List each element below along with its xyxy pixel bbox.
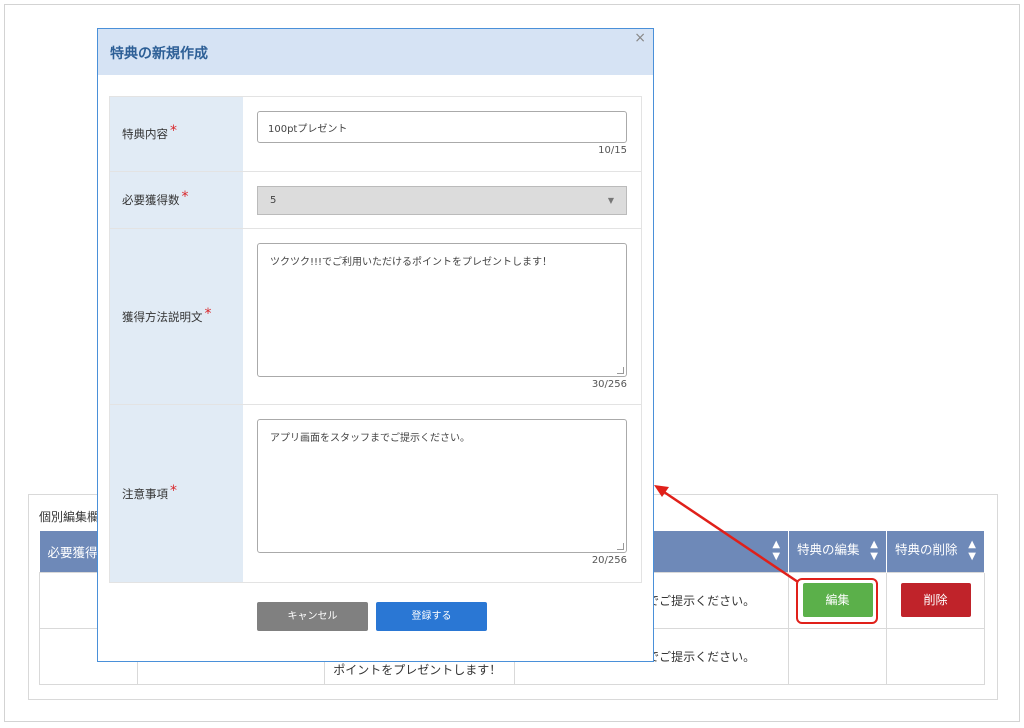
field-required: 5 ▼ (243, 172, 641, 228)
label-notes: 注意事項 * (110, 405, 243, 582)
section-title: 個別編集欄 (39, 510, 100, 524)
delete-button[interactable]: 削除 (900, 583, 971, 617)
edit-button-highlight (796, 578, 878, 624)
modal-header: 特典の新規作成 × (98, 29, 653, 75)
sort-icon[interactable]: ▲ ▼ (968, 539, 976, 563)
sort-icon[interactable]: ▲ ▼ (772, 539, 780, 563)
resize-handle-icon[interactable] (617, 367, 624, 374)
sort-icon[interactable]: ▲ ▼ (870, 539, 878, 563)
cancel-button[interactable]: キャンセル (257, 602, 368, 631)
required-mark: * (170, 482, 177, 499)
chevron-down-icon: ▼ (607, 196, 614, 205)
field-method: ツクツク!!!でご利用いただけるポイントをプレゼントします！ 30/256 (243, 229, 641, 404)
submit-button[interactable]: 登録する (376, 602, 487, 631)
close-icon[interactable]: × (634, 30, 646, 46)
row-notes: 注意事項 * アプリ画面をスタッフまでご提示ください。 20/256 (110, 405, 641, 582)
required-count-select[interactable]: 5 ▼ (257, 186, 627, 215)
col-edit[interactable]: 特典の編集 ▲ ▼ (788, 531, 887, 572)
field-content: 100ptプレゼント 10/15 (243, 97, 641, 171)
resize-handle-icon[interactable] (617, 543, 624, 550)
create-benefit-modal: 特典の新規作成 × 特典内容 * 100ptプレゼント 10/15 必要獲得数 * … (97, 28, 654, 662)
notes-textarea[interactable]: アプリ画面をスタッフまでご提示ください。 (257, 419, 627, 553)
modal-title: 特典の新規作成 (110, 46, 208, 62)
row-method: 獲得方法説明文 * ツクツク!!!でご利用いただけるポイントをプレゼントします！ … (110, 229, 641, 405)
label-method: 獲得方法説明文 * (110, 229, 243, 404)
col-delete[interactable]: 特典の削除 ▲ ▼ (886, 531, 985, 572)
required-mark: * (170, 123, 177, 139)
field-notes: アプリ画面をスタッフまでご提示ください。 20/256 (243, 405, 641, 582)
required-mark: * (204, 305, 212, 322)
required-mark: * (181, 189, 189, 205)
row-required: 必要獲得数 * 5 ▼ (110, 172, 641, 229)
content-input[interactable]: 100ptプレゼント (257, 111, 627, 143)
label-content: 特典内容 * (110, 97, 243, 171)
method-counter: 30/256 (591, 379, 627, 390)
notes-counter: 20/256 (591, 555, 627, 566)
label-required: 必要獲得数 * (110, 172, 243, 228)
cell-delete: 削除 (886, 571, 985, 629)
cell-edit (788, 627, 887, 685)
benefit-form: 特典内容 * 100ptプレゼント 10/15 必要獲得数 * 5 ▼ 獲得方法説明文… (109, 96, 642, 583)
row-content: 特典内容 * 100ptプレゼント 10/15 (110, 97, 641, 172)
cell-delete (886, 627, 985, 685)
method-textarea[interactable]: ツクツク!!!でご利用いただけるポイントをプレゼントします！ (257, 243, 627, 377)
content-counter: 10/15 (598, 145, 627, 156)
